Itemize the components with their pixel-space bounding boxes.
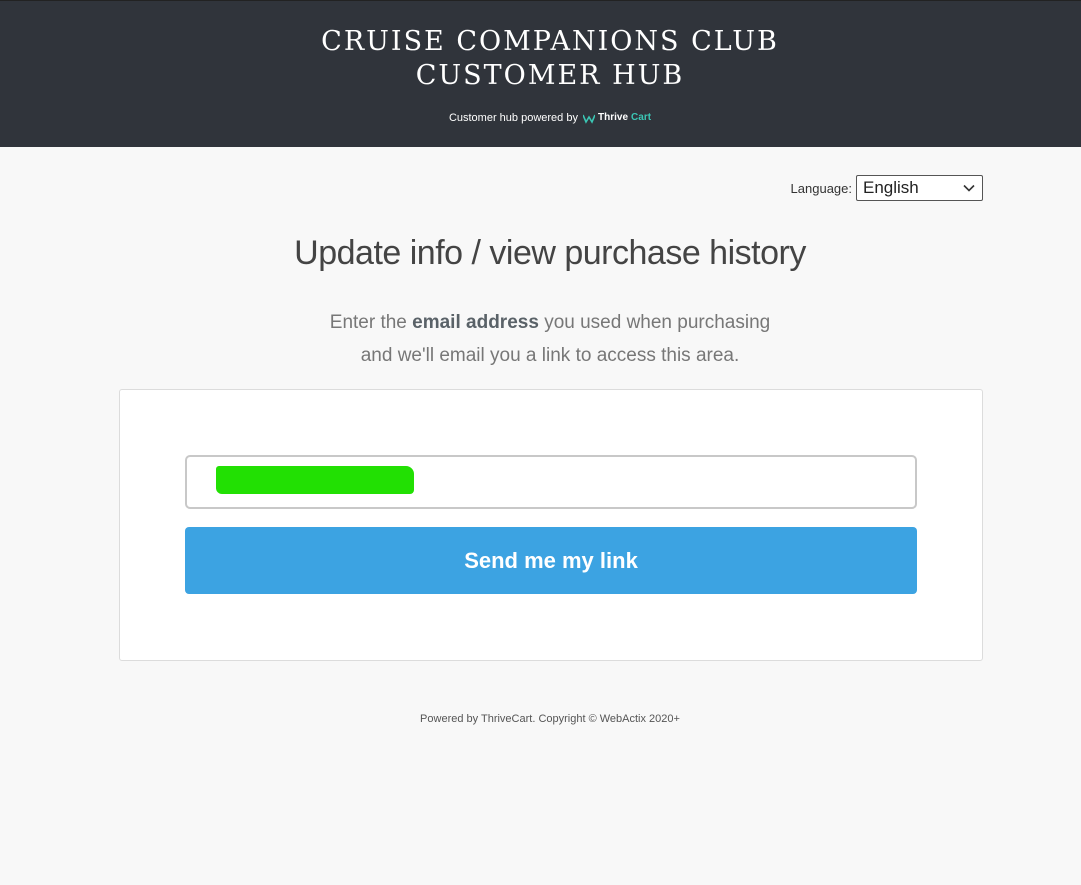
redaction-mark <box>216 466 414 494</box>
thrivecart-logo-thrive: Thrive <box>598 112 629 124</box>
email-field[interactable] <box>185 455 917 509</box>
subtitle-line-2: and we'll email you a link to access thi… <box>360 345 740 366</box>
language-selected-value: English <box>863 178 919 197</box>
subtitle-bold: email address <box>412 312 539 333</box>
page-title: Update info / view purchase history <box>294 234 806 272</box>
site-title-line-2: CUSTOMER HUB <box>415 60 685 91</box>
language-select[interactable]: English <box>856 175 983 201</box>
language-switcher: Language: English <box>791 175 983 201</box>
page-subtitle: Enter the email address you used when pu… <box>0 306 1081 372</box>
send-link-button[interactable]: Send me my link <box>185 527 917 594</box>
thrivecart-icon <box>583 114 596 124</box>
header-bar: CRUISE COMPANIONS CLUB CUSTOMER HUB Cust… <box>0 0 1081 147</box>
thrivecart-logo-cart: Cart <box>631 112 652 124</box>
site-title-line-1: CRUISE COMPANIONS CLUB <box>321 26 779 57</box>
login-card: Send me my link <box>119 389 983 661</box>
footer-text: Powered by ThriveCart. Copyright © WebAc… <box>420 713 680 725</box>
thrivecart-logo[interactable]: Thrive Cart <box>583 111 651 125</box>
language-label: Language: <box>790 180 852 196</box>
subtitle-post: you used when purchasing <box>544 312 771 333</box>
subtitle-line-1: Enter the email address you used when pu… <box>0 306 1081 339</box>
powered-by-text: Customer hub powered by <box>448 112 578 124</box>
chevron-down-icon <box>963 184 975 192</box>
site-title: CRUISE COMPANIONS CLUB CUSTOMER HUB <box>0 25 1081 93</box>
subtitle-pre: Enter the <box>329 312 407 333</box>
powered-by-line: Customer hub powered by Thrive Cart <box>0 111 1081 125</box>
